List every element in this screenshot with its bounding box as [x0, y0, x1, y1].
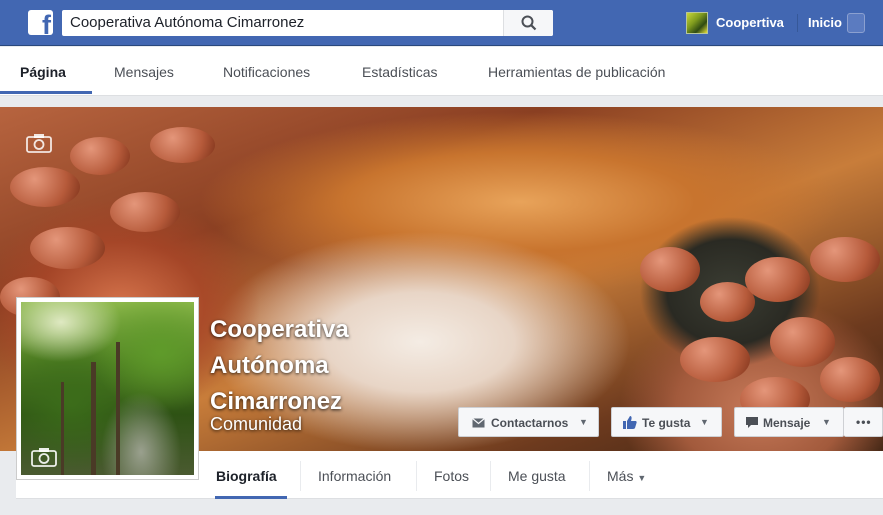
more-options-icon: •••: [856, 415, 872, 429]
tab-divider: [300, 461, 301, 491]
thumbs-up-icon: [623, 416, 637, 429]
like-button[interactable]: Te gusta ▼: [611, 407, 722, 437]
speech-bubble-icon: [746, 417, 758, 428]
change-cover-camera-icon[interactable]: [26, 133, 52, 153]
topbar-divider: [797, 14, 798, 32]
tab-herramientas[interactable]: Herramientas de publicación: [488, 64, 665, 80]
tab-estadisticas[interactable]: Estadísticas: [362, 64, 437, 80]
chevron-down-icon: ▼: [579, 417, 588, 427]
message-button[interactable]: Mensaje ▼: [734, 407, 844, 437]
tab-divider: [589, 461, 590, 491]
profile-name: Coopertiva: [716, 15, 784, 30]
envelope-icon: [472, 418, 485, 428]
message-button-label: Mensaje: [763, 416, 811, 430]
tab-divider: [490, 461, 491, 491]
profile-thumbnail: [686, 12, 708, 34]
active-tab-indicator: [0, 91, 92, 94]
facebook-logo-icon[interactable]: f: [28, 10, 53, 35]
contact-button[interactable]: Contactarnos ▼: [458, 407, 599, 437]
tab-pagina[interactable]: Página: [20, 64, 66, 80]
tab-informacion[interactable]: Información: [318, 468, 391, 484]
top-navigation-bar: f Cooperativa Autónoma Cimarronez Cooper…: [0, 0, 883, 46]
tab-mas-label: Más: [607, 468, 634, 484]
home-link[interactable]: Inicio: [808, 15, 842, 30]
profile-picture[interactable]: [16, 297, 199, 480]
contact-button-label: Contactarnos: [491, 416, 569, 430]
page-category[interactable]: Comunidad: [210, 414, 302, 435]
search-icon: [521, 15, 537, 31]
page-admin-tabs: Página Mensajes Notificaciones Estadísti…: [0, 47, 883, 96]
tab-me-gusta[interactable]: Me gusta: [508, 468, 566, 484]
tab-mas[interactable]: Más ▼: [607, 468, 646, 484]
page-title[interactable]: Cooperativa Autónoma Cimarronez: [210, 312, 410, 420]
tab-mensajes[interactable]: Mensajes: [114, 64, 174, 80]
search-input[interactable]: Cooperativa Autónoma Cimarronez: [70, 14, 304, 31]
tab-divider: [416, 461, 417, 491]
profile-picture-image: [21, 302, 194, 475]
tab-biografia[interactable]: Biografía: [216, 468, 277, 484]
active-tab-indicator: [215, 496, 287, 499]
friend-requests-icon[interactable]: [847, 13, 865, 33]
change-profile-picture-camera-icon[interactable]: [31, 447, 57, 467]
like-button-label: Te gusta: [642, 416, 691, 430]
search-button[interactable]: [503, 10, 553, 36]
tab-fotos[interactable]: Fotos: [434, 468, 469, 484]
tab-notificaciones[interactable]: Notificaciones: [223, 64, 310, 80]
more-options-button[interactable]: •••: [844, 407, 883, 437]
chevron-down-icon: ▼: [700, 417, 709, 427]
chevron-down-icon: ▼: [822, 417, 831, 427]
search-box[interactable]: Cooperativa Autónoma Cimarronez: [62, 10, 553, 36]
caret-down-icon: ▼: [637, 473, 647, 483]
timeline-tabs: Biografía Información Fotos Me gusta Más…: [200, 451, 883, 499]
